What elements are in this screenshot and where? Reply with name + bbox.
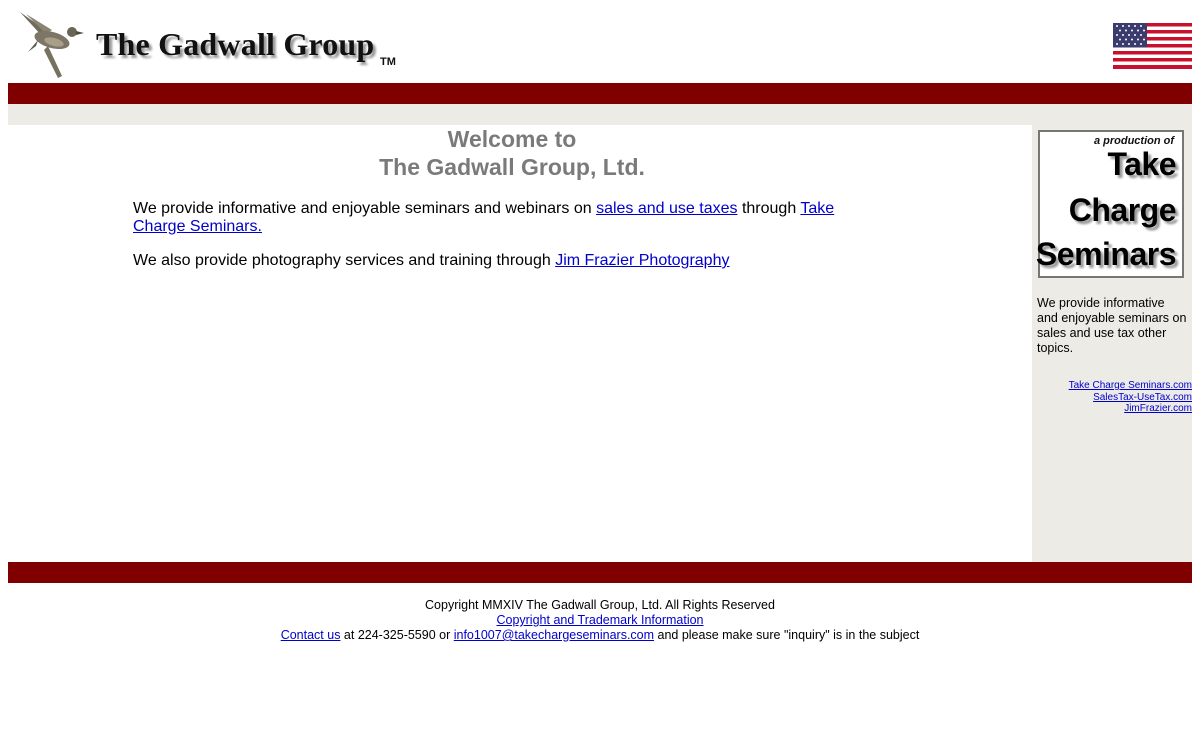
copyright-text: Copyright MMXIV The Gadwall Group, Ltd. … [425, 598, 775, 612]
contact-us-link[interactable]: Contact us [281, 628, 341, 642]
sidebar-link-salestax[interactable]: SalesTax-UseTax.com [1037, 392, 1192, 404]
sidebar-link-jimfrazier[interactable]: JimFrazier.com [1037, 403, 1192, 415]
email-link[interactable]: info1007@takechargeseminars.com [454, 628, 654, 642]
intro-paragraph: We provide informative and enjoyable sem… [133, 200, 853, 236]
welcome-line-2: The Gadwall Group, Ltd. [379, 154, 645, 180]
site-logo-text: The Gadwall Group [96, 26, 375, 62]
main-content: Welcome to The Gadwall Group, Ltd. We pr… [8, 125, 1032, 562]
contact-line: Contact us at 224-325-5590 or info1007@t… [0, 628, 1200, 643]
sidebar-links: Take Charge Seminars.com SalesTax-UseTax… [1037, 380, 1192, 415]
contact-phone-text: at 224-325-5590 or [340, 628, 454, 642]
promo-line-seminars: Seminars [1035, 236, 1177, 272]
contact-end-text: and please make sure "inquiry" is in the… [654, 628, 920, 642]
intro-text-start: We provide informative and enjoyable sem… [133, 200, 597, 217]
photography-text: We also provide photography services and… [133, 252, 556, 269]
intro-text-middle: through [737, 200, 801, 217]
take-charge-seminars-promo[interactable]: a production of Take Charge Seminars [1035, 130, 1184, 278]
header-divider-bar [8, 83, 1192, 104]
site-header: The Gadwall Group TM [8, 0, 1192, 83]
gadwall-duck-logo-icon [20, 12, 84, 78]
sidebar-link-take-charge[interactable]: Take Charge Seminars.com [1037, 380, 1192, 392]
sidebar-description: We provide informative and enjoyable sem… [1037, 296, 1187, 355]
promo-line-take: Take [1107, 146, 1176, 182]
welcome-line-1: Welcome to [447, 126, 577, 152]
photography-paragraph: We also provide photography services and… [133, 252, 853, 270]
sidebar: a production of Take Charge Seminars We … [1032, 125, 1192, 562]
us-flag-icon [1113, 23, 1192, 69]
page-title: Welcome to The Gadwall Group, Ltd. [8, 125, 1016, 181]
trademark-mark: TM [380, 56, 396, 68]
footer-divider-bar [8, 562, 1192, 583]
header-gray-strip [8, 104, 1192, 125]
copyright-trademark-link[interactable]: Copyright and Trademark Information [496, 613, 703, 627]
sales-use-taxes-link[interactable]: sales and use taxes [596, 200, 737, 217]
site-footer: Copyright MMXIV The Gadwall Group, Ltd. … [0, 598, 1200, 643]
jim-frazier-photography-link[interactable]: Jim Frazier Photography [555, 252, 729, 269]
promo-line-charge: Charge [1068, 192, 1177, 228]
